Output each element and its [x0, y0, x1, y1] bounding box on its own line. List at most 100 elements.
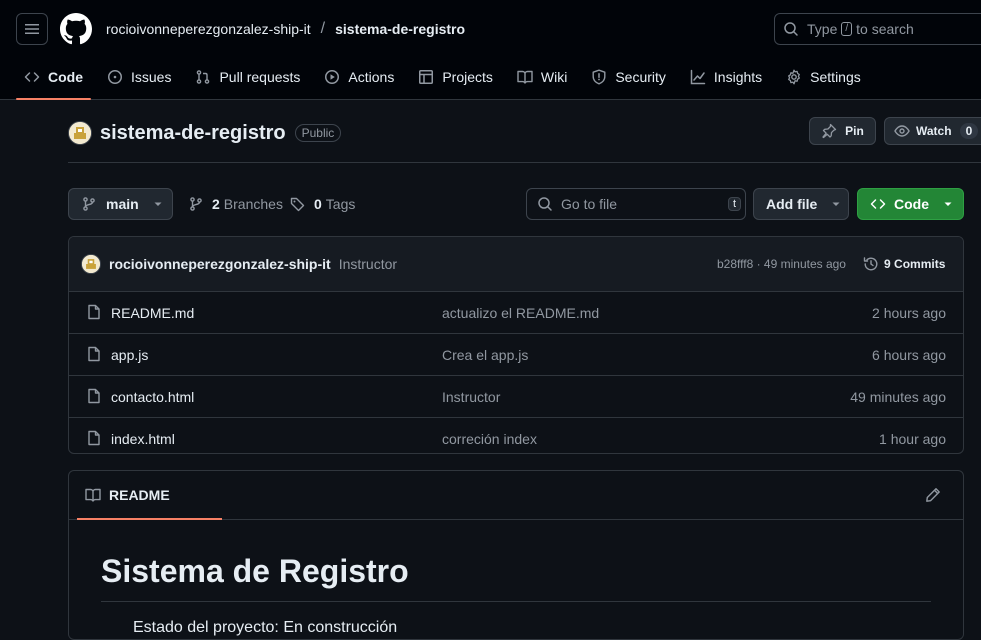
branch-selector[interactable]: main	[68, 188, 173, 220]
tab-projects[interactable]: Projects	[410, 60, 501, 94]
book-icon	[517, 70, 533, 84]
repo-title-row: sistema-de-registro Public	[68, 118, 342, 148]
file-commit-time: 1 hour ago	[879, 430, 946, 447]
file-list: rocioivonneperezgonzalez-ship-it Instruc…	[68, 236, 964, 454]
pin-icon	[822, 123, 837, 139]
tab-code[interactable]: Code	[16, 60, 91, 100]
tags-label: Tags	[325, 196, 356, 212]
search-prefix: Type	[807, 21, 838, 37]
file-commit-time: 6 hours ago	[872, 346, 946, 363]
file-commit-time: 49 minutes ago	[850, 388, 946, 405]
repo-nav-tabs: Code Issues Pull requests Actions Projec…	[16, 60, 877, 100]
readme-tab[interactable]: README	[77, 471, 222, 520]
breadcrumb: rocioivonneperezgonzalez-ship-it / siste…	[106, 20, 465, 38]
pencil-icon[interactable]	[925, 487, 941, 503]
branches-link[interactable]: 2 Branches	[188, 188, 283, 220]
file-commit-message[interactable]: actualizo el README.md	[442, 305, 599, 321]
tags-link[interactable]: 0 Tags	[290, 188, 355, 220]
tab-issues[interactable]: Issues	[99, 60, 179, 94]
triangle-down-icon	[154, 202, 162, 206]
avatar-image-icon	[82, 255, 100, 273]
repo-title[interactable]: sistema-de-registro	[100, 122, 286, 145]
file-commit-message[interactable]: Instructor	[442, 389, 500, 405]
commit-hash-time[interactable]: b28fff8 · 49 minutes ago	[717, 237, 846, 291]
breadcrumb-owner[interactable]: rocioivonneperezgonzalez-ship-it	[106, 21, 311, 37]
file-commit-message[interactable]: correción index	[442, 431, 537, 447]
top-header: rocioivonneperezgonzalez-ship-it / siste…	[0, 0, 981, 100]
book-icon	[85, 488, 101, 502]
add-file-button[interactable]: Add file	[753, 188, 849, 220]
triangle-down-icon	[832, 202, 840, 206]
file-commit-message[interactable]: Crea el app.js	[442, 347, 528, 363]
file-name[interactable]: README.md	[111, 305, 194, 321]
pin-label: Pin	[845, 124, 864, 138]
hamburger-icon	[25, 24, 39, 34]
tab-security[interactable]: Security	[583, 60, 674, 94]
menu-button[interactable]	[16, 13, 48, 45]
table-icon	[419, 70, 434, 84]
tab-insights[interactable]: Insights	[682, 60, 770, 94]
search-shortcut-key: /	[841, 22, 853, 36]
tab-label: Wiki	[540, 69, 568, 85]
readme-heading-rule	[101, 601, 931, 602]
tab-label: Settings	[810, 69, 861, 85]
breadcrumb-repo[interactable]: sistema-de-registro	[335, 21, 465, 37]
triangle-down-icon	[944, 202, 952, 206]
file-commit-time: 2 hours ago	[872, 304, 946, 321]
code-icon	[870, 199, 886, 209]
file-icon	[88, 346, 100, 362]
go-to-file-shortcut: t	[727, 197, 741, 211]
search-suffix: to search	[856, 21, 914, 37]
tab-label: Issues	[131, 69, 172, 85]
tab-label: Actions	[348, 69, 395, 85]
file-name[interactable]: app.js	[111, 347, 148, 363]
go-to-file-placeholder: Go to file	[561, 196, 618, 212]
code-button[interactable]: Code	[857, 188, 964, 220]
watch-button[interactable]: Watch 0	[884, 117, 981, 145]
readme-first-line: Estado del proyecto: En construcción	[133, 619, 398, 636]
tags-count: 0	[314, 196, 322, 212]
tab-label: Code	[48, 69, 83, 85]
readme-header: README	[69, 471, 963, 520]
visibility-badge: Public	[294, 124, 342, 142]
file-row[interactable]: README.md actualizo el README.md 2 hours…	[69, 292, 963, 334]
commit-message[interactable]: Instructor	[339, 256, 397, 272]
tab-pull-requests[interactable]: Pull requests	[187, 60, 308, 94]
file-row[interactable]: index.html correción index 1 hour ago	[69, 418, 963, 453]
tag-icon	[290, 197, 305, 212]
search-icon	[784, 22, 798, 36]
branches-count: 2	[212, 196, 220, 212]
commits-count: 9	[884, 257, 891, 271]
owner-avatar[interactable]	[68, 121, 92, 145]
add-file-label: Add file	[766, 196, 818, 212]
file-row[interactable]: contacto.html Instructor 49 minutes ago	[69, 376, 963, 418]
code-icon	[24, 72, 40, 82]
git-pull-request-icon	[197, 70, 210, 84]
commit-author-avatar[interactable]	[81, 254, 101, 274]
readme-tab-label: README	[109, 487, 170, 503]
tab-settings[interactable]: Settings	[778, 60, 869, 94]
github-logo[interactable]	[60, 13, 92, 45]
file-name[interactable]: index.html	[111, 431, 175, 447]
play-icon	[325, 70, 340, 84]
graph-icon	[690, 69, 706, 85]
issue-opened-icon	[108, 70, 122, 84]
file-icon	[88, 304, 100, 320]
go-to-file-input[interactable]: Go to file t	[526, 188, 746, 220]
branches-label: Branches	[223, 196, 283, 212]
pin-button[interactable]: Pin	[809, 117, 876, 145]
breadcrumb-separator: /	[320, 20, 326, 37]
file-name[interactable]: contacto.html	[111, 389, 194, 405]
global-search-input[interactable]: Type / to search	[774, 13, 981, 45]
tab-wiki[interactable]: Wiki	[509, 60, 575, 94]
commits-label: Commits	[894, 257, 946, 271]
tab-actions[interactable]: Actions	[316, 60, 402, 94]
file-row[interactable]: app.js Crea el app.js 6 hours ago	[69, 334, 963, 376]
commits-link[interactable]: 9 Commits	[863, 237, 945, 291]
commit-author[interactable]: rocioivonneperezgonzalez-ship-it	[109, 256, 331, 272]
watch-count: 0	[959, 123, 979, 139]
latest-commit-bar: rocioivonneperezgonzalez-ship-it Instruc…	[69, 237, 963, 292]
code-button-label: Code	[894, 196, 929, 212]
shield-icon	[592, 69, 606, 85]
branch-name: main	[106, 196, 139, 212]
